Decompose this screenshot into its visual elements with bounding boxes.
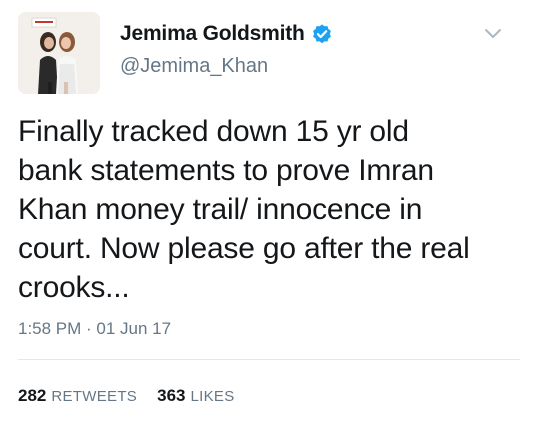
author-name-row[interactable]: Jemima Goldsmith (120, 20, 333, 48)
tweet-timestamp[interactable]: 1:58 PM · 01 Jun 17 (18, 319, 171, 339)
retweets-label: RETWEETS (51, 388, 138, 405)
verified-badge-icon (311, 23, 333, 45)
avatar[interactable] (18, 12, 100, 94)
likes-label: LIKES (190, 388, 235, 405)
display-name[interactable]: Jemima Goldsmith (120, 22, 305, 46)
tweet-stats: 282 RETWEETS 363 LIKES (18, 386, 255, 406)
tweet-text: Finally tracked down 15 yr old bank stat… (18, 115, 470, 304)
likes-count: 363 (157, 386, 186, 405)
retweets-stat[interactable]: 282 RETWEETS (18, 386, 137, 406)
divider (18, 359, 520, 360)
profile-photo-icon (18, 12, 100, 94)
chevron-down-icon[interactable] (480, 24, 506, 44)
tweet-card: Jemima Goldsmith @Jemima_Khan Finally tr… (0, 0, 538, 424)
likes-stat[interactable]: 363 LIKES (157, 386, 234, 406)
retweets-count: 282 (18, 386, 47, 405)
user-handle[interactable]: @Jemima_Khan (120, 55, 268, 78)
